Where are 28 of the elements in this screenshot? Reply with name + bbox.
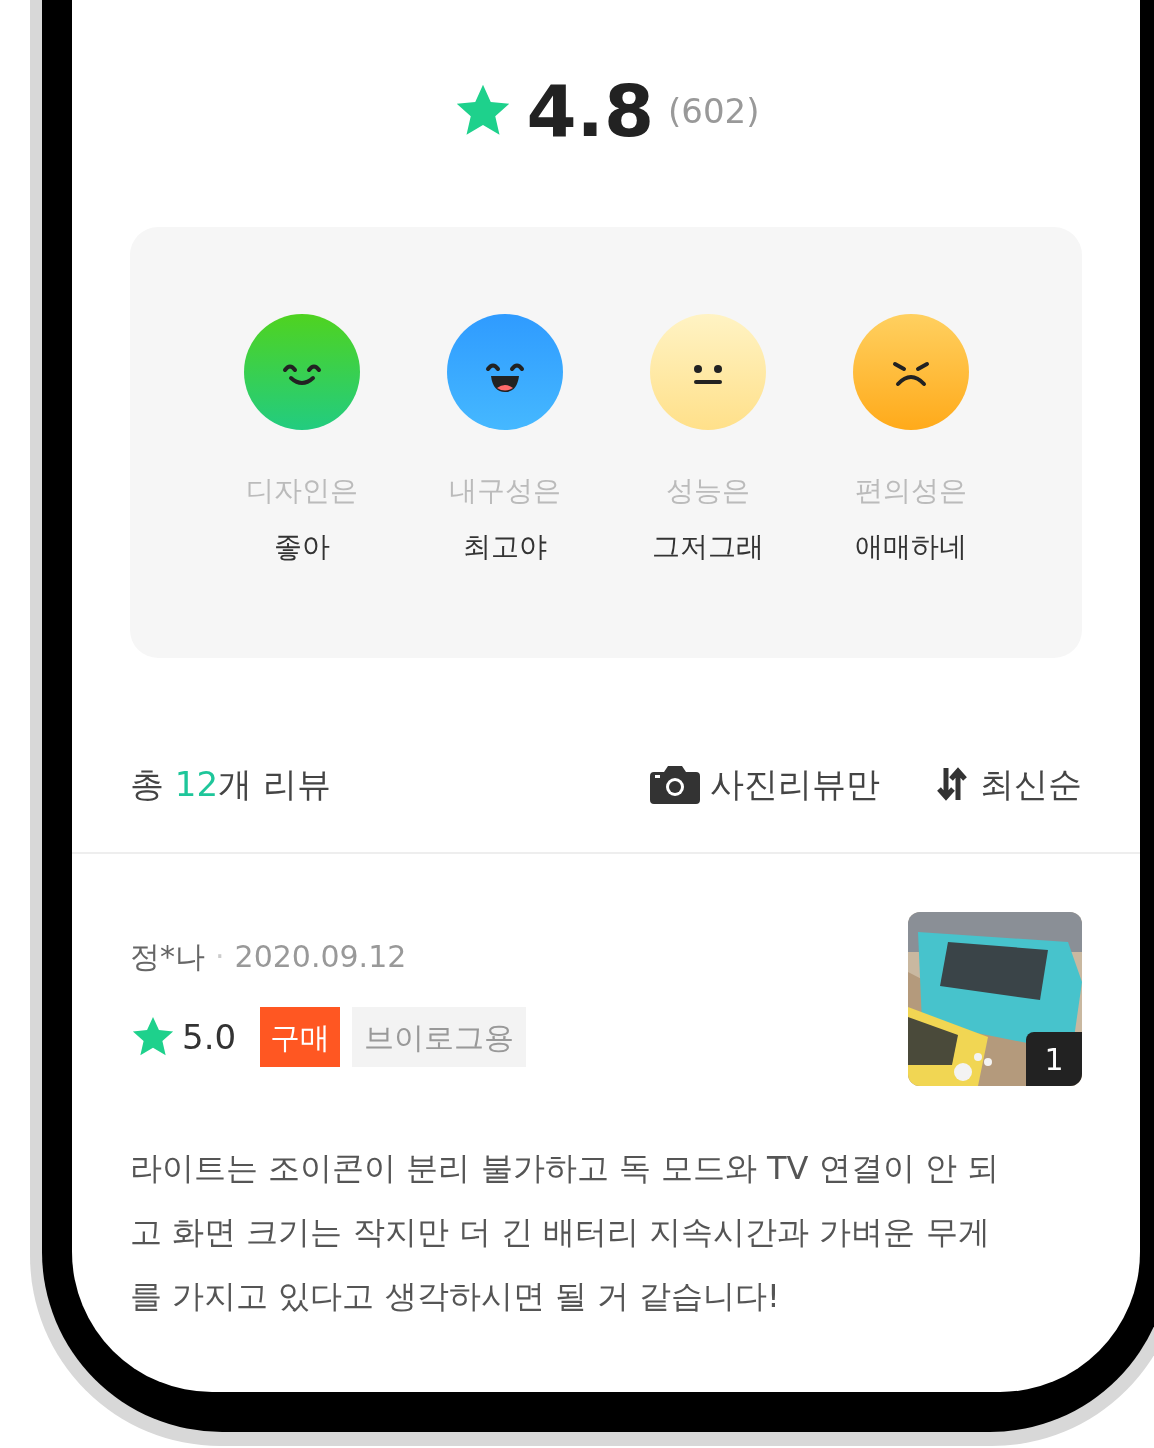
photo-thumbnail[interactable]: 1 [908, 912, 1082, 1086]
purchase-badge: 구매 [260, 1007, 341, 1067]
aspect-value: 최고야 [462, 529, 547, 565]
sort-icon [936, 766, 968, 802]
review-author: 정*나 [130, 938, 205, 976]
photo-review-filter[interactable]: 사진리뷰만 [650, 758, 880, 810]
smiling-face-icon [243, 314, 360, 430]
aspect-value: 그저그래 [651, 529, 764, 565]
sort-button[interactable]: 최신순 [936, 758, 1082, 810]
neutral-face-icon [649, 314, 766, 430]
review-score: 5.0 [182, 1015, 237, 1059]
aspect-label: 내구성은 [448, 473, 561, 509]
aspect-value: 애매하네 [854, 529, 967, 565]
aspect-label: 성능은 [665, 473, 750, 509]
frowning-face-icon [852, 314, 969, 430]
aspect-label: 편의성은 [854, 473, 967, 509]
review-total-label: 총 12개 리뷰 [130, 762, 331, 806]
aspect-value: 좋아 [273, 529, 330, 565]
rating-count: (602) [668, 94, 760, 128]
photo-count: 1 [1026, 1032, 1082, 1086]
camera-icon [650, 764, 700, 804]
aspect-label: 디자인은 [245, 473, 358, 509]
review-date: 2020.09.12 [234, 938, 407, 976]
laughing-face-icon [446, 314, 563, 430]
review-text: 라이트는 조이콘이 분리 불가하고 독 모드와 TV 연결이 안 되고 화면 크기는 작지만 더 긴 배터리 지속시간과 가벼운 무게를 가지고 있다고 생각하시면 될 거 같습니다! [130, 1148, 1000, 1317]
review-tag: 브이로그용 [352, 1007, 527, 1067]
separator-dot: · [215, 938, 225, 976]
rating-score: 4.8 [526, 75, 655, 147]
